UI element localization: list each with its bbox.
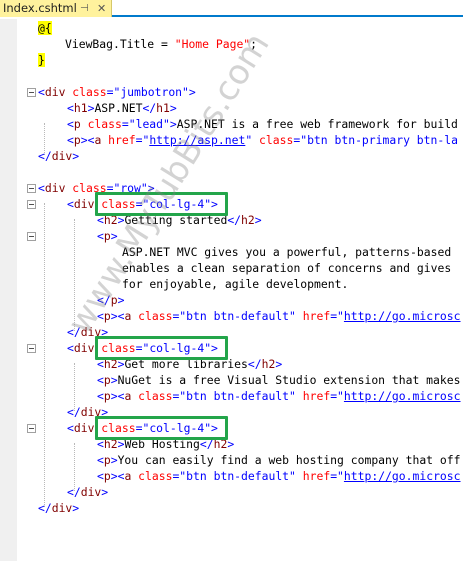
code-line: <h2>Web Hosting</h2> (97, 437, 235, 451)
highlight-box (95, 416, 228, 440)
code-line: <h2>Getting started</h2> (97, 213, 262, 227)
code-line: <p><a class="btn btn-default" href="http… (97, 389, 461, 403)
code-line: <div class="col-lg-4"> (67, 421, 218, 435)
code-line: <p><a class="btn btn-default" href="http… (97, 469, 461, 483)
code-line: <div class="col-lg-4"> (67, 197, 218, 211)
editor-gutter (0, 19, 17, 561)
code-line: <div class="row"> (38, 181, 155, 195)
code-line: <p>NuGet is a free Visual Studio extensi… (97, 373, 461, 387)
pin-icon[interactable]: ⊣ (80, 0, 89, 17)
code-line: ASP.NET MVC gives you a powerful, patter… (122, 245, 452, 259)
document-tab-bar: Index.cshtml ⊣ ✕ (0, 0, 463, 17)
tab-index-cshtml[interactable]: Index.cshtml ⊣ ✕ (0, 0, 112, 17)
code-line: </div> (38, 149, 80, 163)
code-line: <div class="col-lg-4"> (67, 341, 218, 355)
code-line: <h2>Get more libraries</h2> (97, 357, 283, 371)
code-line: <p class="lead">ASP.NET is a free web fr… (67, 117, 458, 131)
tab-filename: Index.cshtml (3, 1, 77, 15)
code-line: </div> (38, 501, 80, 515)
code-line: <p> (97, 229, 118, 243)
code-line: <p>You can easily find a web hosting com… (97, 453, 461, 467)
highlight-box (95, 336, 228, 360)
code-line: enables a clean separation of concerns a… (122, 261, 452, 275)
code-line: </div> (67, 485, 109, 499)
close-icon[interactable]: ✕ (97, 0, 106, 17)
code-line: <p><a href="http://asp.net" class="btn b… (67, 133, 458, 147)
code-line: </div> (67, 405, 109, 419)
